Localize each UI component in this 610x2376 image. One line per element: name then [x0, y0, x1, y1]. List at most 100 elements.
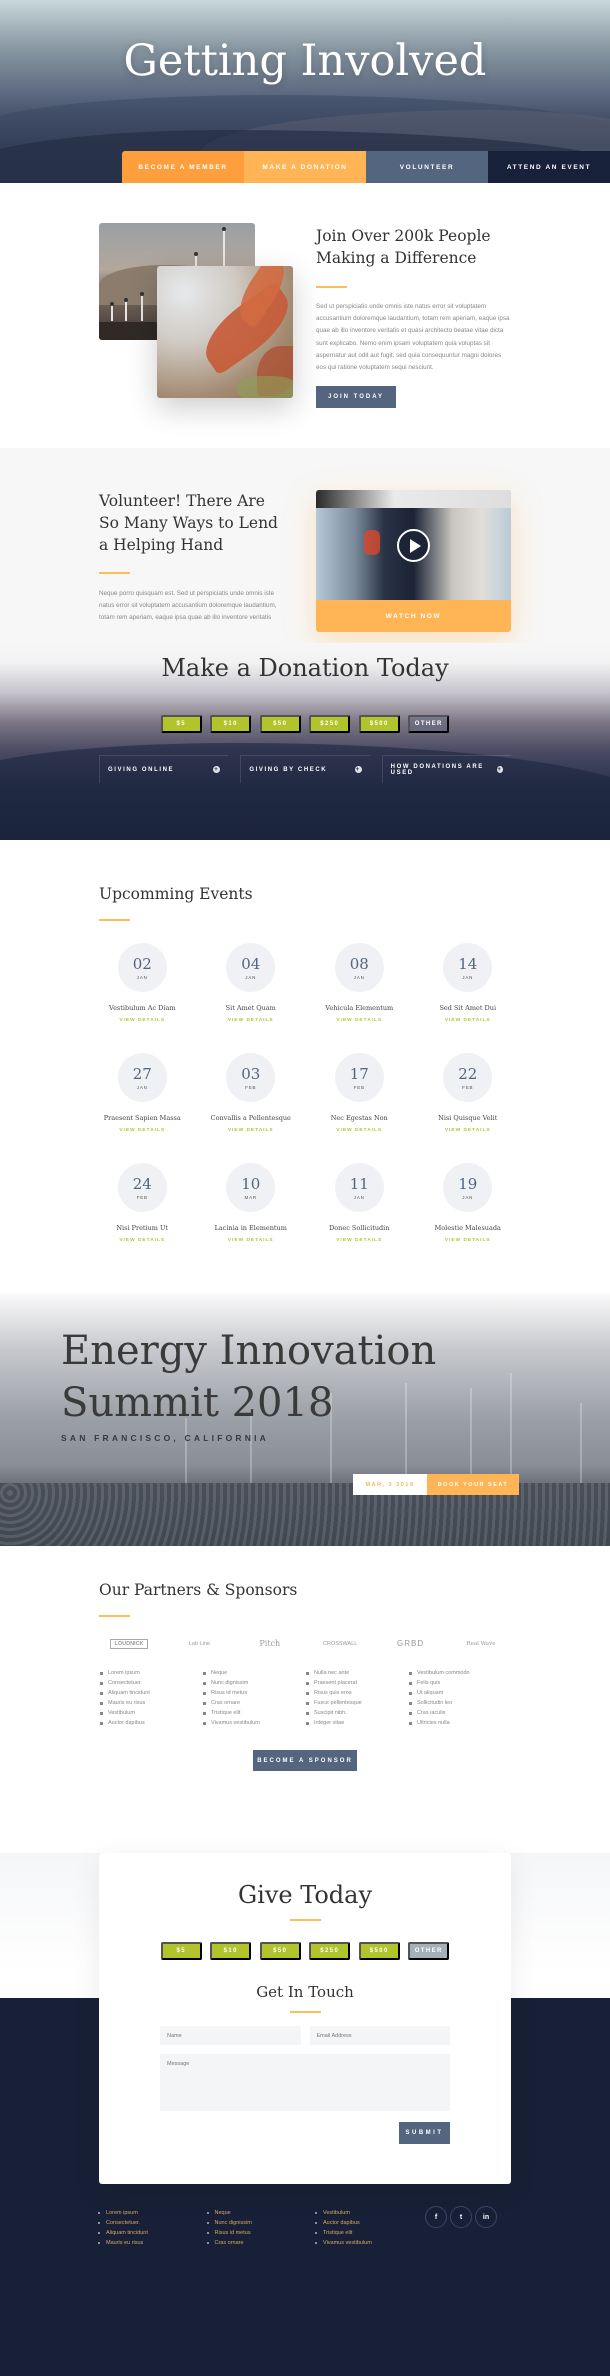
name-field[interactable] — [160, 2026, 301, 2045]
give-heading: Give Today — [237, 1881, 373, 1909]
play-icon[interactable] — [397, 529, 430, 562]
event-name: Sed Sit Amet Dui — [439, 1004, 497, 1012]
event-item: 22 FEB Nisi Quisque Velit View Details — [414, 1053, 523, 1133]
footer-link[interactable]: Nunc dignissim — [206, 2218, 315, 2228]
footer-link[interactable]: Vivamus vestibulum — [314, 2238, 423, 2248]
event-name: Sit Amet Quam — [225, 1004, 276, 1012]
involvement-tabs: Become a Member Make a Donation Voluntee… — [122, 151, 610, 183]
volunteer-content: Volunteer! There Are So Many Ways to Len… — [99, 490, 289, 624]
event-month: JAN — [353, 974, 365, 980]
view-details-link[interactable]: View Details — [336, 1238, 382, 1243]
linkedin-icon[interactable]: in — [475, 2206, 497, 2228]
footer-link[interactable]: Cras ornare — [206, 2238, 315, 2248]
view-details-link[interactable]: View Details — [445, 1128, 491, 1133]
sponsor-logo-pitch[interactable]: Pitch — [240, 1639, 300, 1648]
event-month: JAN — [136, 1084, 148, 1090]
partner-list: Lorem ipsum Consectetuer. Aliquam tincidun… — [99, 1668, 202, 1728]
amount-50-button[interactable]: $50 — [259, 1942, 301, 1960]
facebook-icon[interactable]: f — [425, 2206, 447, 2228]
amount-other-button[interactable]: Other — [408, 715, 450, 733]
amount-5-button[interactable]: $5 — [160, 715, 202, 733]
sponsor-logo-grbd[interactable]: GRBD — [381, 1639, 441, 1648]
event-day: 24 — [132, 1174, 152, 1193]
view-details-link[interactable]: View Details — [119, 1128, 165, 1133]
footer-list: Vestibulum Auctor dapibus Tristique elit Vi… — [314, 2208, 423, 2248]
partner-list-item: Felis quis — [408, 1678, 511, 1688]
tab-attend-event[interactable]: Attend an Event — [488, 151, 610, 183]
event-name: Nisi Quisque Velit — [438, 1114, 498, 1122]
view-details-link[interactable]: View Details — [119, 1238, 165, 1243]
partner-list-item: Neque — [202, 1668, 305, 1678]
view-details-link[interactable]: View Details — [228, 1128, 274, 1133]
toggle-giving-online[interactable]: Giving Online + — [99, 755, 229, 783]
give-card: Give Today $5 $10 $50 $250 $500 Other Ge… — [99, 1853, 511, 2184]
amount-250-button[interactable]: $250 — [309, 715, 351, 733]
amount-50-button[interactable]: $50 — [259, 715, 301, 733]
watch-now-button[interactable]: Watch Now — [316, 600, 511, 632]
autumn-leaf-image — [157, 266, 293, 398]
tab-make-donation[interactable]: Make a Donation — [244, 151, 366, 183]
tab-become-member[interactable]: Become a Member — [122, 151, 244, 183]
partner-list-item: Praesent placerat — [305, 1678, 408, 1688]
partner-list: Neque Nunc dignissim Risus id metus Cras or… — [202, 1668, 305, 1728]
amount-500-button[interactable]: $500 — [358, 1942, 400, 1960]
twitter-icon[interactable]: t — [450, 2206, 472, 2228]
plus-icon: + — [496, 766, 503, 773]
tab-volunteer[interactable]: Volunteer — [366, 151, 488, 183]
footer-link[interactable]: Vestibulum — [314, 2208, 423, 2218]
view-details-link[interactable]: View Details — [228, 1018, 274, 1023]
view-details-link[interactable]: View Details — [445, 1018, 491, 1023]
sponsor-logo-labline[interactable]: Lab Line — [169, 1641, 229, 1647]
join-content: Join Over 200k People Making a Differenc… — [316, 225, 512, 409]
partner-list-item: Integer vitae — [305, 1718, 408, 1728]
email-field[interactable] — [309, 2026, 450, 2045]
view-details-link[interactable]: View Details — [119, 1018, 165, 1023]
footer-link[interactable]: Consectetuer. — [97, 2218, 206, 2228]
event-month: FEB — [245, 1084, 257, 1090]
toggle-how-donations-used[interactable]: How Donations Are Used + — [381, 755, 511, 783]
event-item: 03 FEB Convallis a Pellentesque View Detail… — [197, 1053, 306, 1133]
events-section: Upcomming Events 02 JAN Vestibulum Ac Diam… — [0, 840, 610, 1293]
donation-heading: Make a Donation Today — [161, 654, 449, 682]
join-today-button[interactable]: Join Today — [316, 386, 397, 409]
event-day: 22 — [458, 1064, 478, 1083]
amount-500-button[interactable]: $500 — [358, 715, 400, 733]
footer-link[interactable]: Auctor dapibus — [314, 2218, 423, 2228]
event-name: Lacinia in Elementum — [214, 1224, 287, 1232]
footer-link[interactable]: Mauris eu risus — [97, 2238, 206, 2248]
event-item: 24 FEB Nisi Pretium Ut View Details — [88, 1163, 197, 1243]
view-details-link[interactable]: View Details — [336, 1018, 382, 1023]
event-date-badge: 03 FEB — [226, 1053, 276, 1102]
event-date-badge: 22 FEB — [443, 1053, 493, 1102]
view-details-link[interactable]: View Details — [228, 1238, 274, 1243]
plus-icon: + — [354, 766, 362, 773]
sponsor-logo-crosswall[interactable]: CROSSWALL — [310, 1641, 370, 1647]
sponsor-logos: LOUDNICK Lab Line Pitch CROSSWALL GRBD R… — [99, 1638, 511, 1649]
view-details-link[interactable]: View Details — [445, 1238, 491, 1243]
partner-list: Nulla nec ante Praesent placerat Risus qui… — [305, 1668, 408, 1728]
book-seat-button[interactable]: Book Your Seat — [427, 1474, 519, 1495]
submit-button[interactable]: Submit — [399, 2122, 450, 2144]
footer-link[interactable]: Tristique elit — [314, 2228, 423, 2238]
footer-link[interactable]: Neque — [206, 2208, 315, 2218]
event-month: JAN — [353, 1194, 365, 1200]
event-name: Vehicula Elementum — [325, 1004, 394, 1012]
view-details-link[interactable]: View Details — [336, 1128, 382, 1133]
event-name: Convallis a Pellentesque — [210, 1114, 291, 1122]
become-sponsor-button[interactable]: Become a Sponsor — [253, 1750, 357, 1771]
footer-link[interactable]: Lorem ipsum — [97, 2208, 206, 2218]
sponsor-logo-loudnick[interactable]: LOUDNICK — [99, 1638, 159, 1649]
amount-10-button[interactable]: $10 — [210, 715, 252, 733]
join-section: Join Over 200k People Making a Differenc… — [0, 183, 610, 448]
footer-link[interactable]: Risus id metus — [206, 2228, 315, 2238]
toggle-giving-by-check[interactable]: Giving by Check + — [240, 755, 370, 783]
amount-other-button[interactable]: Other — [408, 1942, 450, 1960]
message-field[interactable] — [160, 2054, 450, 2111]
donation-section: Make a Donation Today $5 $10 $50 $250 $5… — [0, 643, 610, 840]
amount-250-button[interactable]: $250 — [309, 1942, 351, 1960]
contact-heading: Get In Touch — [256, 1983, 354, 2001]
footer-link[interactable]: Aliquam tincidunt — [97, 2228, 206, 2238]
amount-5-button[interactable]: $5 — [160, 1942, 202, 1960]
sponsor-logo-realwave[interactable]: Real Wave — [451, 1641, 511, 1647]
amount-10-button[interactable]: $10 — [210, 1942, 252, 1960]
